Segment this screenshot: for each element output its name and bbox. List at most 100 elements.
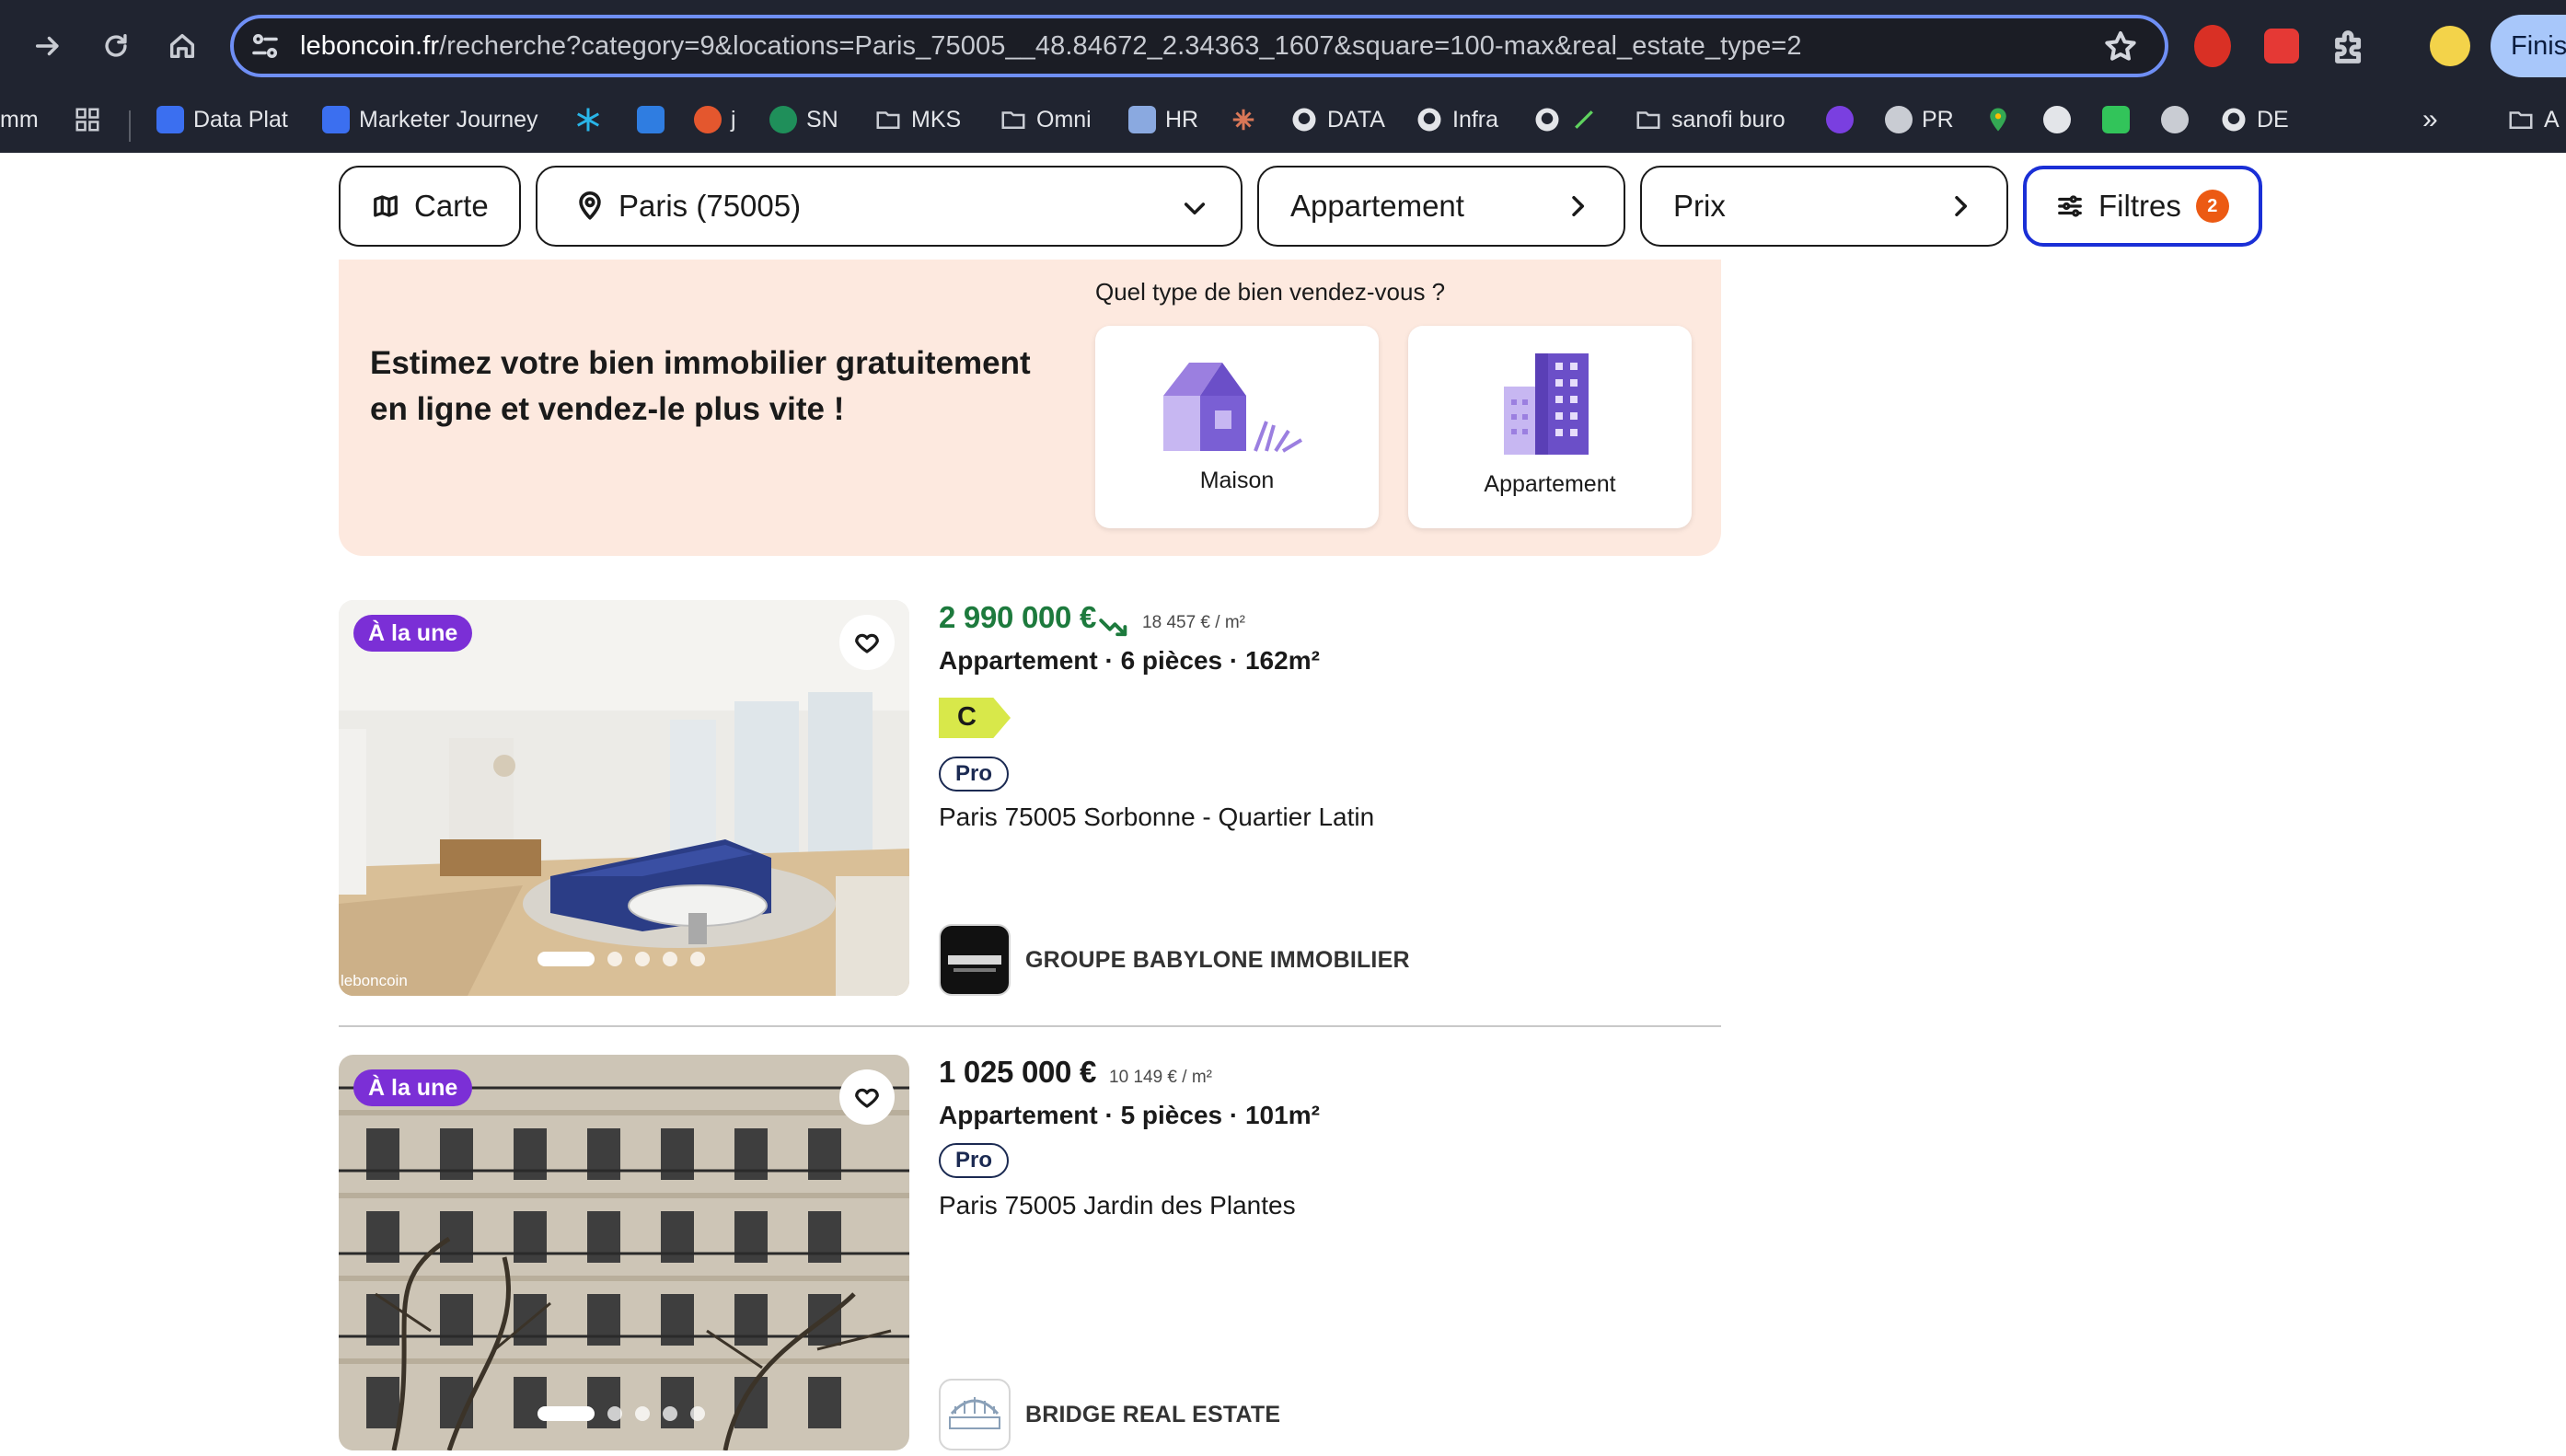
map-view-button[interactable]: Carte [339,166,521,247]
bookmark-folder-cut[interactable]: A [2507,101,2560,138]
record-extension-icon[interactable] [2264,29,2299,64]
bookmark-star-icon[interactable] [2102,29,2139,65]
listing-photo[interactable]: À la une leboncoin [339,600,909,996]
bookmark-globe[interactable] [2161,101,2189,138]
forward-button[interactable] [22,20,74,72]
price-label: Prix [1673,189,1726,223]
bookmark-github-pen[interactable] [1533,101,1598,138]
finish-update-button[interactable]: Finish [2491,15,2566,77]
listing-photo[interactable]: À la une [339,1055,909,1450]
bookmark-sn[interactable]: SN [769,101,838,138]
bookmark-marketer-journey[interactable]: Marketer Journey [322,101,538,138]
carousel-dot[interactable] [690,952,705,966]
estimate-headline: Estimez votre bien immobilier gratuiteme… [370,341,1106,433]
property-type-button[interactable]: Appartement [1257,166,1625,247]
bookmark-cut[interactable]: mm [0,101,39,138]
seller-block[interactable]: GROUPE BABYLONE IMMOBILIER [939,924,1410,996]
photo-carousel-dots[interactable] [537,1406,705,1421]
bookmark-de[interactable]: DE [2220,101,2289,138]
bookmark-label: mm [0,106,39,133]
jira-icon [322,106,350,133]
carousel-dot[interactable] [635,952,650,966]
estimate-banner: Estimez votre bien immobilier gratuiteme… [339,260,1721,556]
profile-avatar[interactable] [2430,26,2470,66]
estimate-option-maison[interactable]: Maison [1095,326,1379,528]
bookmark-k[interactable] [2102,101,2130,138]
bookmark-folder-mks[interactable]: MKS [874,101,961,138]
seller-logo [939,1379,1011,1450]
bookmark-label: A [2544,106,2560,133]
price-per-m2: 10 149 € / m² [1109,1068,1212,1087]
property-type-label: Appartement [1290,189,1464,223]
github-icon [1533,106,1561,133]
carousel-dot[interactable] [635,1406,650,1421]
home-button[interactable] [156,20,208,72]
bookmarks-divider [129,110,131,142]
bookmark-pr[interactable]: PR [1885,101,1954,138]
location-pin-icon [579,191,601,220]
estimate-option-appartement[interactable]: Appartement [1408,326,1692,528]
price-button[interactable]: Prix [1640,166,2008,247]
favorite-button[interactable] [839,615,895,670]
listing-title[interactable]: Appartement · 5 pièces · 101m² [939,1101,1320,1130]
estimate-question: Quel type de bien vendez-vous ? [1095,278,1446,306]
carousel-dot[interactable] [607,952,622,966]
bookmark-folder-omni[interactable]: Omni [1000,101,1092,138]
babylone-logo [941,926,1009,994]
listing-price: 1 025 000 € 10 149 € / m² [939,1055,1212,1090]
featured-badge: À la une [353,615,473,652]
bookmark-j[interactable]: j [694,101,736,138]
bookmark-label: DE [2257,106,2289,133]
more-bookmarks-button[interactable]: » [2422,101,2438,138]
bookmark-azure[interactable] [637,101,665,138]
favorite-button[interactable] [839,1069,895,1125]
bookmark-hr[interactable]: HR [1128,101,1198,138]
bookmark-snowflake[interactable] [574,101,602,138]
bookmark-folder-sanofi-buro[interactable]: sanofi buro [1635,101,1786,138]
carousel-dot[interactable] [537,952,595,966]
location-select[interactable]: Paris (75005) [536,166,1243,247]
globe-icon [2161,106,2189,133]
house-icon [1163,363,1303,453]
seller-block[interactable]: BRIDGE REAL ESTATE [939,1379,1280,1450]
pro-badge: Pro [939,757,1010,792]
dpe-energy-badge: C [939,698,1011,738]
listing-divider [339,1025,1721,1027]
adblock-extension-icon[interactable] [2194,25,2231,67]
extensions-puzzle-icon[interactable] [2329,26,2371,68]
building-facade-photo [339,1055,909,1450]
price-down-icon [1098,609,1129,637]
carousel-dot[interactable] [690,1406,705,1421]
bookmark-data[interactable]: DATA [1290,101,1385,138]
reload-icon [105,33,127,57]
url-text[interactable]: leboncoin.fr/recherche?category=9&locati… [300,31,1802,62]
address-bar[interactable]: leboncoin.fr/recherche?category=9&locati… [230,15,2168,77]
search-filters-bar: Carte Paris (75005) Appartement Prix Fil… [0,153,2566,260]
filters-label: Filtres [2098,189,2181,223]
location-value: Paris (75005) [618,189,802,223]
listing-card[interactable]: À la une 1 025 000 € 10 149 € / m² Appart… [339,1055,1721,1450]
carousel-dot[interactable] [537,1406,595,1421]
bookmark-data-plat[interactable]: Data Plat [156,101,288,138]
listing-info: 2 990 000 € 18 457 € / m² Appartement · 6… [939,600,1712,996]
bookmark-openai[interactable] [2043,101,2071,138]
reload-button[interactable] [90,20,142,72]
listing-card[interactable]: À la une leboncoin 2 990 000 € 18 457 € /… [339,600,1721,996]
bookmark-infra[interactable]: Infra [1416,101,1498,138]
bookmark-claude[interactable] [1230,101,1257,138]
photo-carousel-dots[interactable] [537,952,705,966]
carousel-dot[interactable] [607,1406,622,1421]
carousel-dot[interactable] [663,952,677,966]
estimate-headline-line2: en ligne et vendez-le plus vite ! [370,391,845,427]
carousel-dot[interactable] [663,1406,677,1421]
listing-title[interactable]: Appartement · 6 pièces · 162m² [939,646,1320,676]
site-settings-icon[interactable] [249,29,282,63]
apps-grid-icon[interactable] [74,101,101,138]
estimate-option-label: Maison [1199,468,1275,493]
pen-icon [1570,106,1598,133]
photo-watermark: leboncoin [341,972,408,989]
bookmark-purple-app[interactable] [1826,101,1854,138]
filters-button[interactable]: Filtres 2 [2023,166,2262,247]
bookmark-label: Marketer Journey [359,106,538,133]
bookmark-maps[interactable] [1984,101,2012,138]
